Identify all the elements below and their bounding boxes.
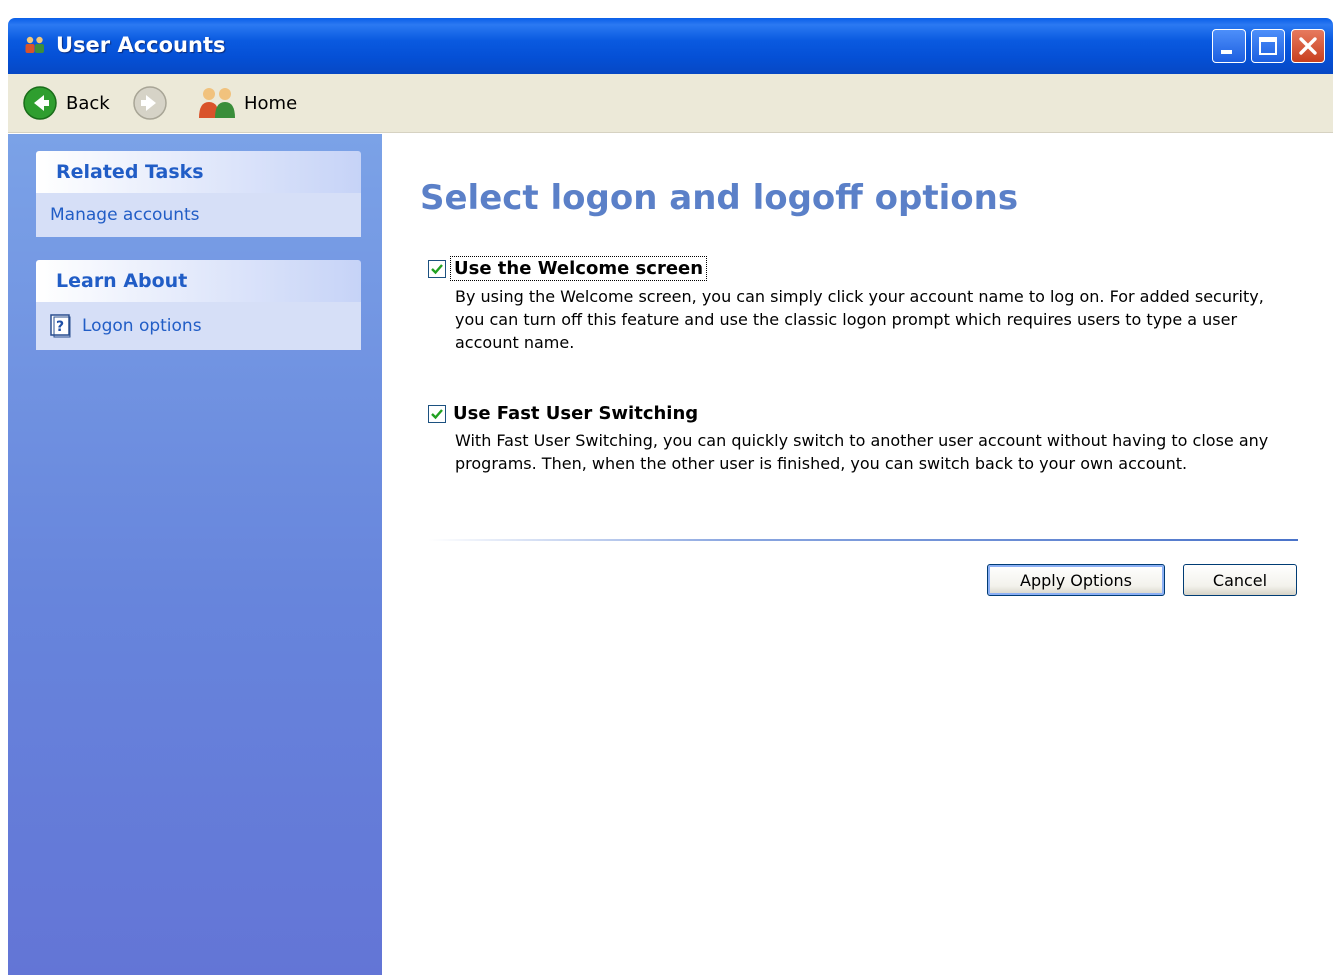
learn-about-panel: Learn About ? Logon options bbox=[36, 260, 361, 350]
fast-user-switching-description: With Fast User Switching, you can quickl… bbox=[455, 431, 1269, 473]
page-title: Select logon and logoff options bbox=[420, 178, 1019, 218]
fast-user-switching-label[interactable]: Use Fast User Switching bbox=[450, 402, 701, 425]
welcome-screen-description: By using the Welcome screen, you can sim… bbox=[455, 287, 1264, 352]
svg-text:?: ? bbox=[56, 319, 64, 335]
minimize-button[interactable] bbox=[1212, 29, 1246, 63]
forward-button[interactable] bbox=[132, 74, 168, 132]
checkmark-icon bbox=[431, 408, 443, 419]
task-sidebar: Related Tasks Manage accounts Learn Abou… bbox=[8, 134, 382, 975]
maximize-icon bbox=[1259, 37, 1277, 55]
back-label: Back bbox=[66, 92, 110, 114]
close-icon bbox=[1299, 37, 1317, 55]
related-tasks-header: Related Tasks bbox=[36, 151, 361, 193]
related-tasks-body: Manage accounts bbox=[36, 193, 361, 237]
checkmark-icon bbox=[431, 263, 443, 274]
learn-about-body: ? Logon options bbox=[36, 302, 361, 350]
welcome-screen-label[interactable]: Use the Welcome screen bbox=[450, 256, 708, 281]
user-accounts-window: User Accounts Back Home Related Tasks Ma… bbox=[8, 18, 1333, 975]
toolbar: Back Home bbox=[8, 74, 1333, 133]
home-button[interactable]: Home bbox=[196, 74, 297, 132]
cancel-button[interactable]: Cancel bbox=[1183, 564, 1297, 596]
manage-accounts-link[interactable]: Manage accounts bbox=[50, 205, 347, 225]
logon-options-link[interactable]: ? Logon options bbox=[50, 314, 347, 338]
learn-about-header: Learn About bbox=[36, 260, 361, 302]
minimize-icon bbox=[1221, 50, 1232, 54]
maximize-button[interactable] bbox=[1251, 29, 1285, 63]
window-title: User Accounts bbox=[56, 33, 226, 57]
welcome-screen-checkbox[interactable] bbox=[428, 259, 446, 278]
related-tasks-panel: Related Tasks Manage accounts bbox=[36, 151, 361, 237]
forward-arrow-icon bbox=[133, 86, 167, 120]
fast-user-switching-option: Use Fast User Switching With Fast User S… bbox=[428, 402, 1298, 475]
apply-options-button[interactable]: Apply Options bbox=[987, 564, 1165, 596]
back-button[interactable]: Back bbox=[22, 74, 110, 132]
back-arrow-icon bbox=[23, 86, 57, 120]
logon-options-label: Logon options bbox=[82, 316, 202, 336]
title-bar[interactable]: User Accounts bbox=[8, 18, 1333, 74]
fast-user-switching-checkbox[interactable] bbox=[428, 404, 446, 423]
welcome-screen-option: Use the Welcome screen By using the Welc… bbox=[428, 256, 1298, 354]
home-label: Home bbox=[244, 92, 298, 114]
main-content: Select logon and logoff options Use the … bbox=[382, 134, 1333, 975]
help-icon: ? bbox=[50, 314, 71, 338]
user-accounts-icon bbox=[25, 36, 44, 53]
divider bbox=[428, 539, 1298, 541]
close-button[interactable] bbox=[1291, 29, 1325, 63]
home-users-icon bbox=[199, 88, 235, 118]
